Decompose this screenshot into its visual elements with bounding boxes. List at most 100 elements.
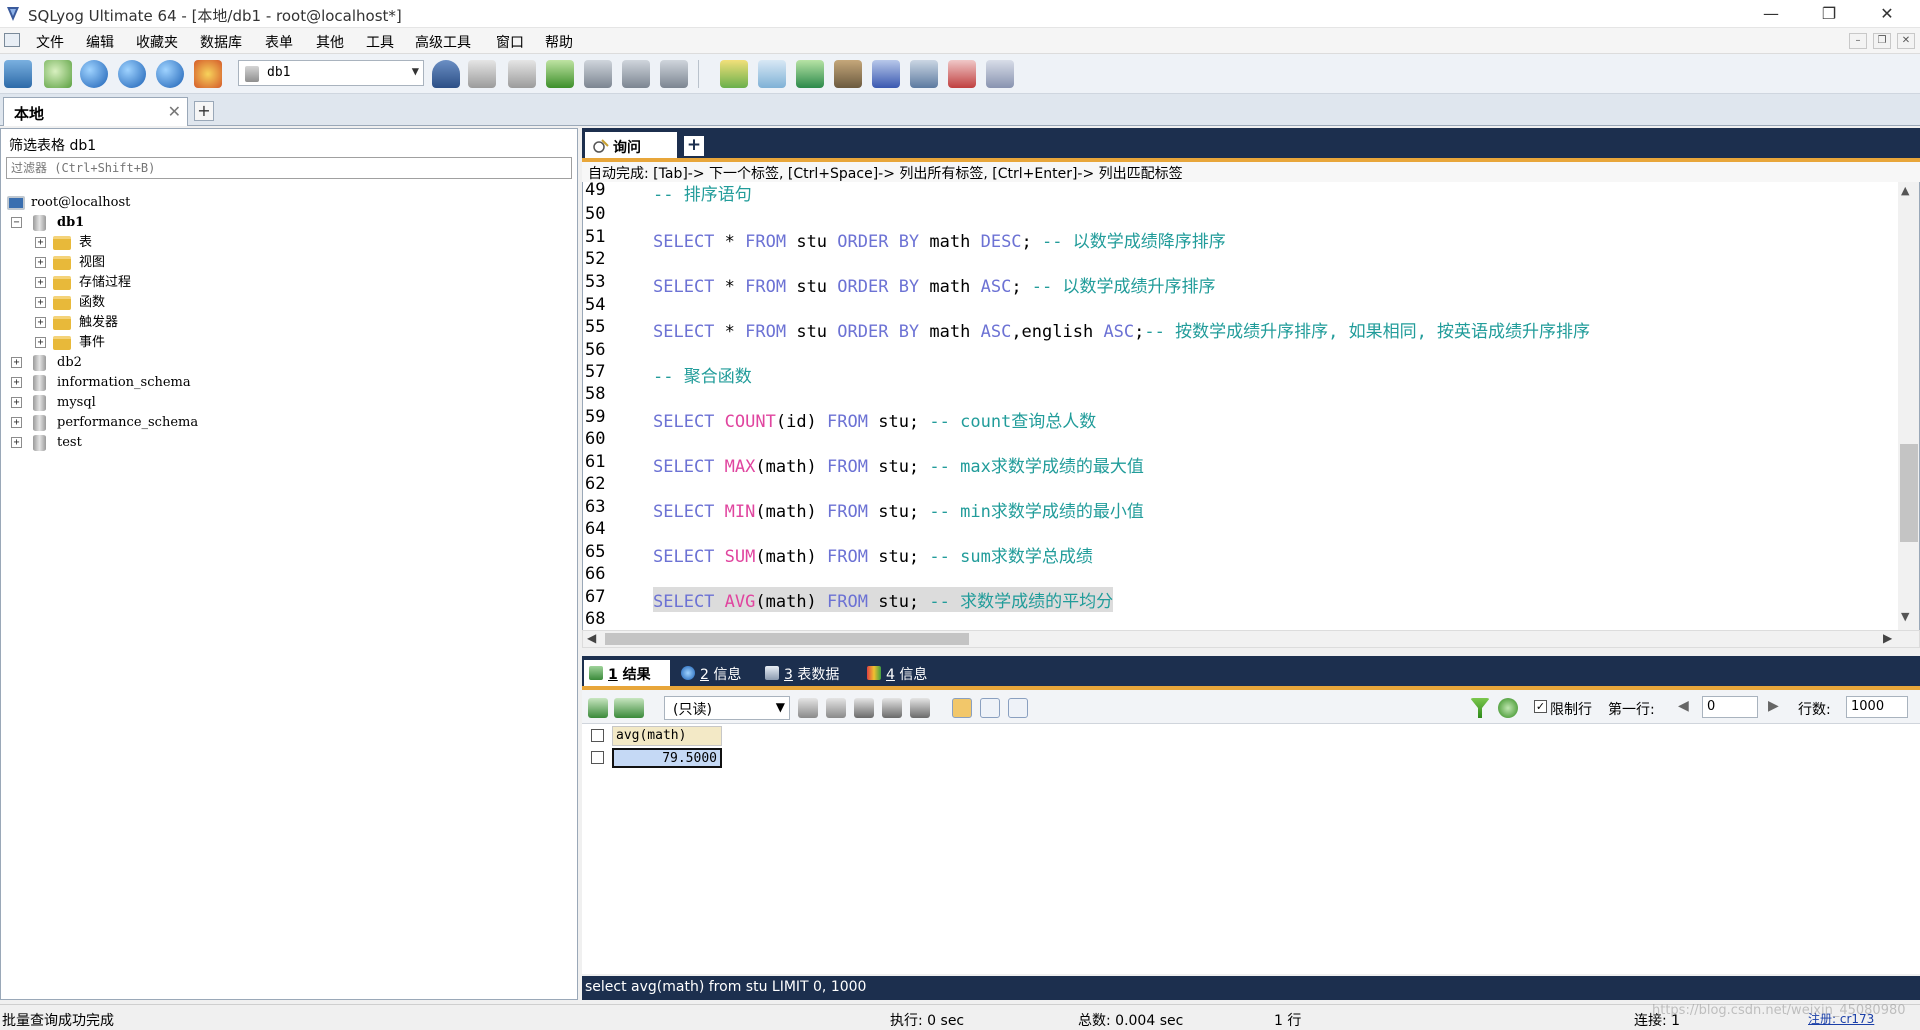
sync-icon[interactable] bbox=[796, 60, 824, 88]
menu-edit[interactable]: 编辑 bbox=[86, 32, 114, 52]
text-view-icon[interactable] bbox=[660, 60, 688, 88]
restore-button[interactable]: ❐ bbox=[1806, 0, 1852, 28]
import-icon[interactable] bbox=[546, 60, 574, 88]
close-window-button[interactable]: ✕ bbox=[1864, 0, 1910, 28]
menu-tools[interactable]: 工具 bbox=[366, 32, 394, 52]
splitter[interactable] bbox=[582, 648, 1920, 656]
mdi-close-button[interactable]: ✕ bbox=[1897, 33, 1915, 49]
expand-icon[interactable]: + bbox=[35, 317, 46, 328]
form-view-icon[interactable] bbox=[980, 698, 1000, 718]
schema-designer-icon[interactable] bbox=[194, 60, 222, 88]
insert-row-icon[interactable] bbox=[798, 698, 818, 718]
limit-rows-checkbox[interactable]: ✓ bbox=[1534, 700, 1547, 713]
delete-icon[interactable] bbox=[882, 698, 902, 718]
toolbar-divider bbox=[698, 60, 699, 88]
expand-icon[interactable]: + bbox=[35, 277, 46, 288]
title-bar: SQLyog Ultimate 64 - [本地/db1 - root@loca… bbox=[0, 0, 1920, 28]
connection-tab[interactable]: 本地 ✕ bbox=[3, 97, 188, 126]
editor-horizontal-scrollbar[interactable]: ◀ ▶ bbox=[582, 630, 1920, 648]
form-view-icon[interactable] bbox=[622, 60, 650, 88]
table-view-icon[interactable] bbox=[584, 60, 612, 88]
execute-query-icon[interactable] bbox=[80, 60, 108, 88]
close-icon[interactable]: ✕ bbox=[168, 102, 181, 121]
scroll-right-icon[interactable]: ▶ bbox=[1883, 631, 1892, 645]
data-copy-icon[interactable] bbox=[834, 60, 862, 88]
expand-icon[interactable]: + bbox=[11, 417, 22, 428]
expand-icon[interactable]: + bbox=[35, 237, 46, 248]
tab-result[interactable]: 1 结果 bbox=[584, 660, 670, 686]
copy-dropdown-icon[interactable] bbox=[614, 698, 644, 718]
expand-icon[interactable]: + bbox=[11, 397, 22, 408]
execute-all-icon[interactable] bbox=[118, 60, 146, 88]
menu-file[interactable]: 文件 bbox=[36, 32, 64, 52]
schema-sync-icon[interactable] bbox=[872, 60, 900, 88]
menu-window[interactable]: 窗口 bbox=[496, 32, 524, 52]
select-all-checkbox[interactable] bbox=[591, 729, 604, 742]
expand-icon[interactable]: + bbox=[35, 297, 46, 308]
connection-tab-label: 本地 bbox=[14, 105, 45, 123]
menu-table[interactable]: 表单 bbox=[265, 32, 293, 52]
add-database-icon[interactable] bbox=[468, 60, 496, 88]
menu-favorites[interactable]: 收藏夹 bbox=[136, 32, 178, 52]
scroll-up-icon[interactable]: ▲ bbox=[1901, 184, 1909, 197]
line-number: 54 bbox=[585, 295, 606, 315]
sql-editor[interactable]: 49 50 51 52 53 54 55 56 57 58 59 60 61 6… bbox=[582, 182, 1920, 630]
query-tab[interactable]: 询问 bbox=[585, 132, 677, 160]
expand-icon[interactable]: + bbox=[11, 377, 22, 388]
next-page-icon[interactable]: ▶ bbox=[1768, 698, 1779, 714]
mdi-restore-button[interactable]: ❐ bbox=[1873, 33, 1891, 49]
duplicate-row-icon[interactable] bbox=[826, 698, 846, 718]
result-mode-select[interactable]: (只读) ▼ bbox=[664, 696, 790, 720]
scheduler-icon[interactable] bbox=[948, 60, 976, 88]
new-query-icon[interactable] bbox=[44, 60, 72, 88]
monitor-icon[interactable] bbox=[910, 60, 938, 88]
result-cell[interactable]: 79.5000 bbox=[612, 748, 722, 768]
text-view-icon[interactable] bbox=[1008, 698, 1028, 718]
database-selector[interactable]: db1 ▼ bbox=[238, 60, 424, 86]
sql-function: SUM bbox=[714, 547, 756, 567]
cancel-icon[interactable] bbox=[910, 698, 930, 718]
editor-vertical-scrollbar[interactable] bbox=[1898, 182, 1919, 630]
horizontal-scroll-thumb[interactable] bbox=[605, 633, 969, 645]
grid-view-icon[interactable] bbox=[952, 698, 972, 718]
scroll-down-icon[interactable]: ▼ bbox=[1901, 610, 1909, 623]
tab-table-data[interactable]: 3 表数据 bbox=[760, 660, 854, 686]
expand-icon[interactable]: + bbox=[35, 337, 46, 348]
save-icon[interactable] bbox=[854, 698, 874, 718]
filter-input[interactable] bbox=[6, 157, 572, 179]
add-connection-button[interactable]: + bbox=[194, 101, 214, 121]
previous-page-icon[interactable]: ◀ bbox=[1678, 698, 1689, 714]
edit-icon[interactable] bbox=[720, 60, 748, 88]
menu-database[interactable]: 数据库 bbox=[200, 32, 242, 52]
row-checkbox[interactable] bbox=[591, 751, 604, 764]
refresh-icon[interactable] bbox=[156, 60, 184, 88]
refresh-icon[interactable] bbox=[1498, 698, 1518, 718]
document-menu-icon[interactable] bbox=[4, 33, 20, 47]
new-connection-icon[interactable] bbox=[4, 60, 32, 88]
backup-icon[interactable] bbox=[758, 60, 786, 88]
minimize-button[interactable]: — bbox=[1748, 0, 1794, 28]
tree-folder-label: 视图 bbox=[79, 255, 106, 270]
tab-messages[interactable]: 2 信息 bbox=[676, 660, 756, 686]
add-table-icon[interactable] bbox=[508, 60, 536, 88]
menu-advanced-tools[interactable]: 高级工具 bbox=[415, 32, 471, 52]
filter-icon[interactable] bbox=[1470, 698, 1490, 718]
expand-icon[interactable]: + bbox=[35, 257, 46, 268]
expand-icon[interactable]: + bbox=[11, 437, 22, 448]
mdi-minimize-button[interactable]: – bbox=[1849, 33, 1867, 49]
scroll-left-icon[interactable]: ◀ bbox=[587, 631, 596, 645]
editor-scroll-thumb[interactable] bbox=[1900, 444, 1918, 542]
add-query-tab-button[interactable]: + bbox=[684, 136, 704, 156]
user-manager-icon[interactable] bbox=[432, 60, 460, 88]
tab-info[interactable]: 4 信息 bbox=[862, 660, 942, 686]
query-builder-icon[interactable] bbox=[986, 60, 1014, 88]
collapse-icon[interactable]: − bbox=[11, 217, 22, 228]
export-icon[interactable] bbox=[588, 698, 608, 718]
expand-icon[interactable]: + bbox=[11, 357, 22, 368]
first-row-input[interactable]: 0 bbox=[1702, 696, 1758, 718]
rows-count-input[interactable]: 1000 bbox=[1846, 696, 1908, 718]
column-header[interactable]: avg(math) bbox=[612, 726, 722, 746]
menu-help[interactable]: 帮助 bbox=[545, 32, 573, 52]
menu-other[interactable]: 其他 bbox=[316, 32, 344, 52]
last-query-text: select avg(math) from stu LIMIT 0, 1000 bbox=[585, 979, 867, 995]
